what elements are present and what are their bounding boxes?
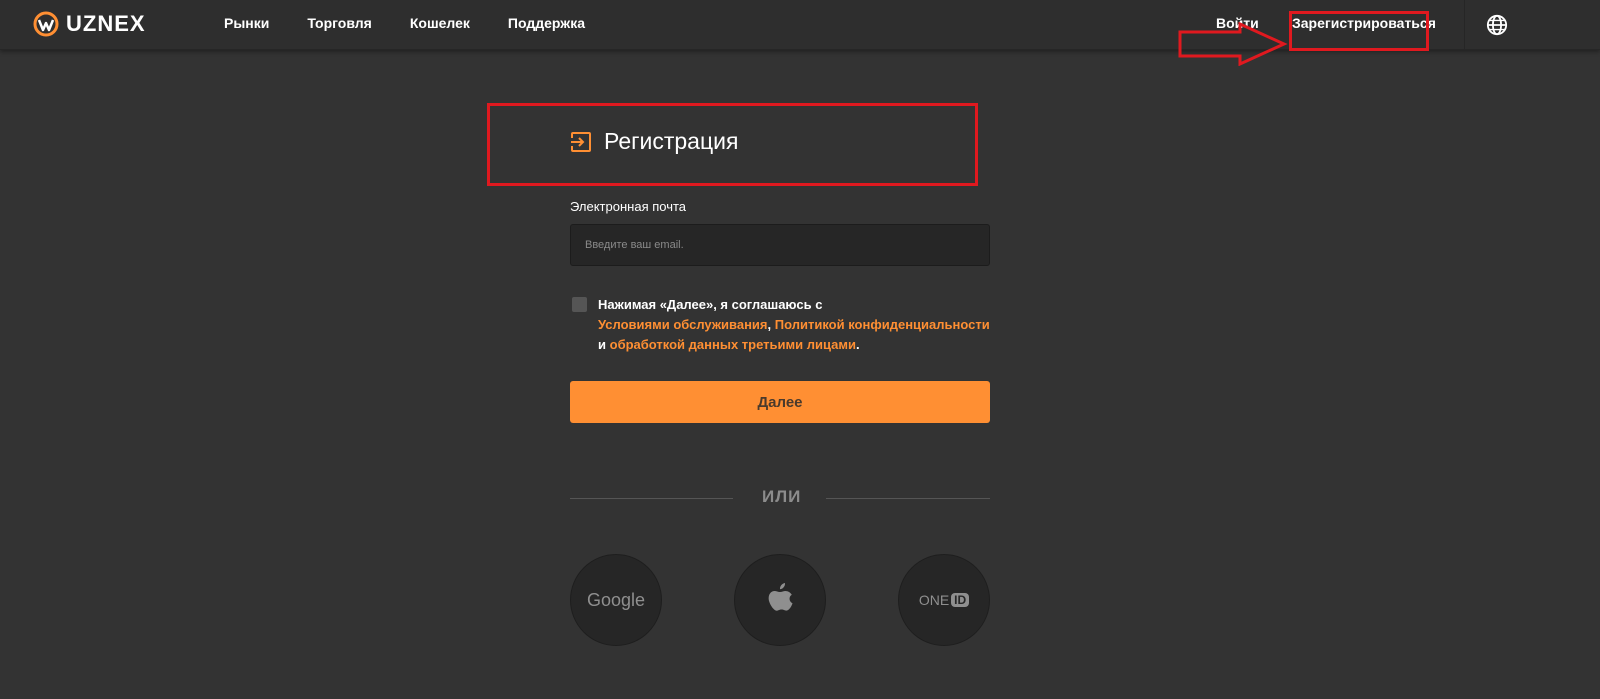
terms-agreement-text: Нажимая «Далее», я соглашаюсь с Условиям… <box>598 295 998 355</box>
apple-login-button[interactable] <box>734 554 826 646</box>
sign-in-icon <box>570 131 591 152</box>
or-label: ИЛИ <box>762 487 802 506</box>
page-title: Регистрация <box>604 128 739 154</box>
terms-checkbox[interactable] <box>572 297 587 312</box>
page-title-row: Регистрация <box>570 128 738 155</box>
logo[interactable]: UZNEX <box>32 10 146 38</box>
google-icon: Google <box>586 589 646 610</box>
apple-icon <box>768 583 793 611</box>
or-divider-right <box>826 498 990 499</box>
register-link[interactable]: Зарегистрироваться <box>1292 15 1436 31</box>
top-nav-bar: UZNEX Рынки Торговля Кошелек Поддержка В… <box>0 0 1600 50</box>
main-nav: Рынки Торговля Кошелек Поддержка <box>224 15 585 31</box>
nav-trading[interactable]: Торговля <box>307 15 371 31</box>
email-field[interactable] <box>570 224 990 266</box>
agree-prefix: Нажимая «Далее», я соглашаюсь с <box>598 297 823 312</box>
privacy-policy-link[interactable]: Политикой конфиденциальности <box>775 317 990 332</box>
oneid-one-text: ONE <box>918 592 950 608</box>
oneid-icon: ONE ID <box>918 592 970 608</box>
nav-wallet[interactable]: Кошелек <box>410 15 470 31</box>
next-button[interactable]: Далее <box>570 381 990 423</box>
logo-text: UZNEX <box>66 11 146 36</box>
login-link[interactable]: Войти <box>1216 15 1259 31</box>
globe-icon[interactable] <box>1486 14 1508 36</box>
comma: , <box>767 317 772 332</box>
terms-of-service-link[interactable]: Условиями обслуживания <box>598 317 768 332</box>
uznex-logo-icon <box>33 11 59 37</box>
nav-support[interactable]: Поддержка <box>508 15 585 31</box>
oneid-id-badge: ID <box>951 593 970 607</box>
or-divider-left <box>570 498 733 499</box>
nav-markets[interactable]: Рынки <box>224 15 269 31</box>
oneid-login-button[interactable]: ONE ID <box>898 554 990 646</box>
email-label: Электронная почта <box>570 199 687 214</box>
header-divider <box>1464 0 1465 50</box>
and-text: и <box>598 337 606 352</box>
google-login-button[interactable]: Google <box>570 554 662 646</box>
period: . <box>855 337 860 352</box>
third-party-data-link[interactable]: обработкой данных третьими лицами <box>610 337 856 352</box>
